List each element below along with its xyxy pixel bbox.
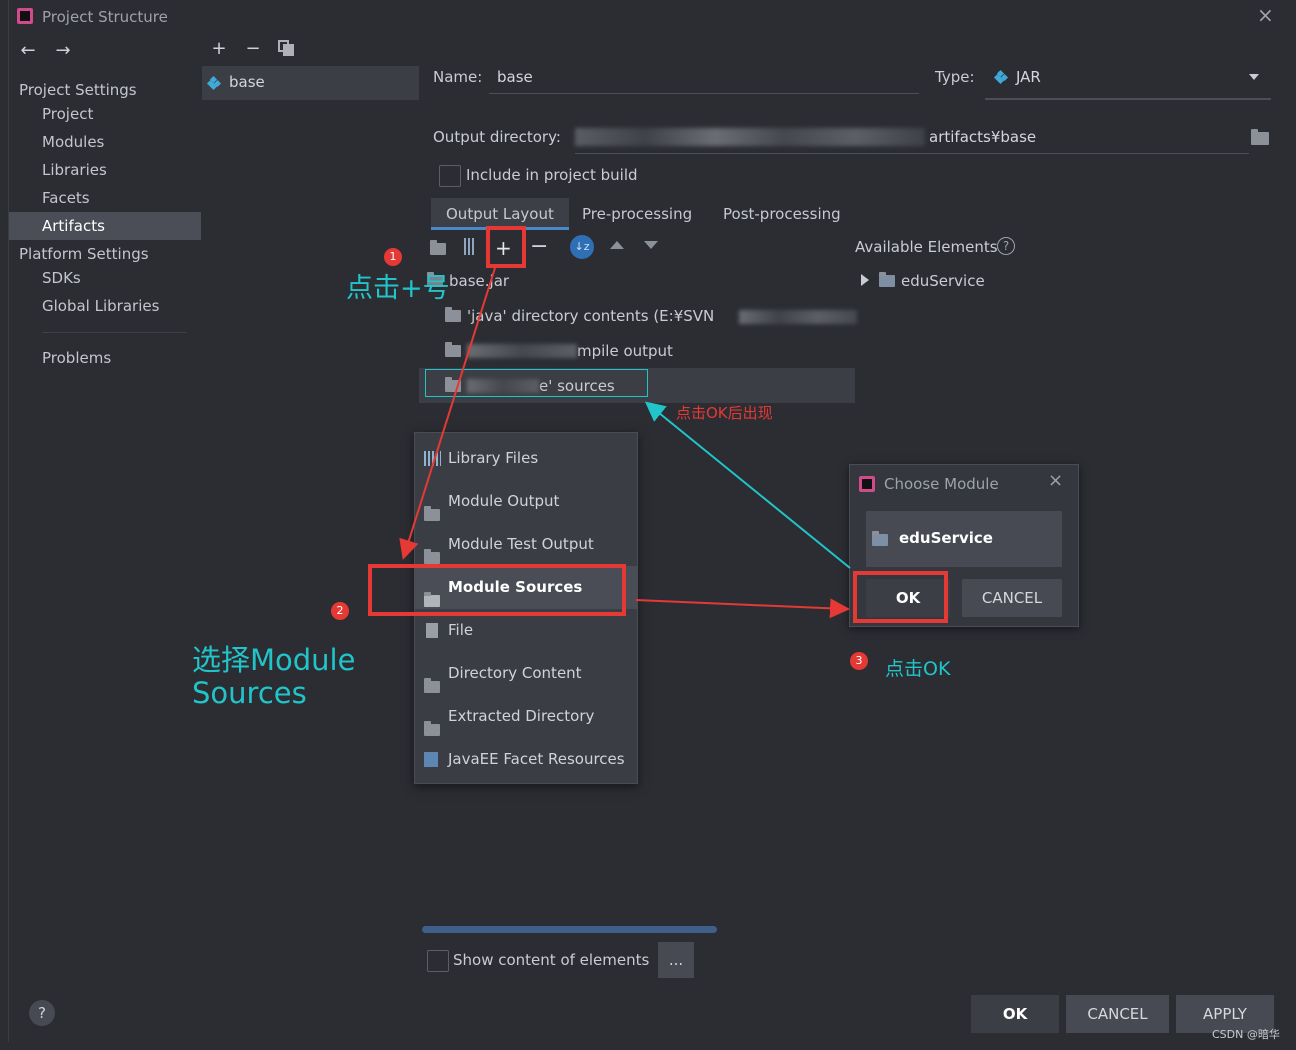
highlight-add-button xyxy=(486,226,526,268)
arrow-menu-to-ok xyxy=(635,598,850,619)
annotation-arrows xyxy=(399,267,851,619)
step-1-text: 点击+号 xyxy=(346,273,450,304)
arrow-plus-to-menu xyxy=(399,267,496,560)
step-2-text-line1: 选择Module xyxy=(192,643,356,677)
highlight-module-sources xyxy=(368,564,626,616)
step-3-text: 点击OK xyxy=(885,658,951,680)
step-1-badge: 1 xyxy=(384,248,402,266)
highlight-dialog-ok xyxy=(853,571,948,623)
arrow-ok-to-sources xyxy=(644,401,851,569)
step-2-badge: 2 xyxy=(331,602,349,620)
step-3-badge: 3 xyxy=(850,652,868,670)
appears-after-ok-note: 点击OK后出现 xyxy=(676,404,773,422)
watermark: CSDN @暗华 xyxy=(1212,1028,1280,1041)
step-2-text-line2: Sources xyxy=(192,676,307,710)
